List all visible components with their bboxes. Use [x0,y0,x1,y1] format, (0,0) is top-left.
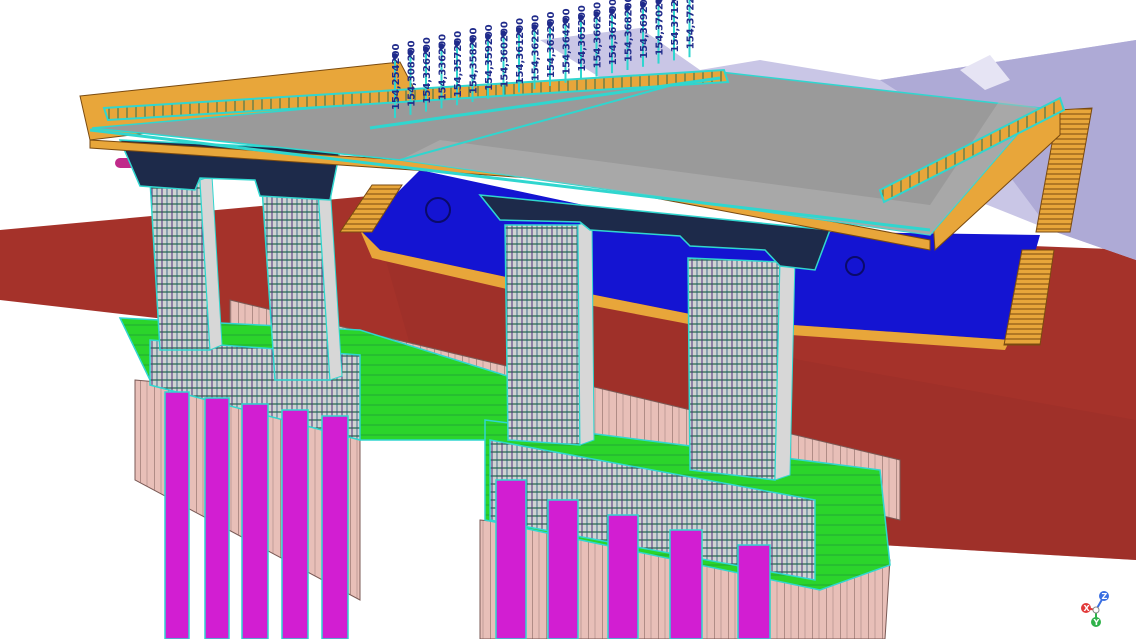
axis-y-label: Y [1093,618,1100,627]
column-3 [504,224,581,446]
stake-label: 154,369200 [639,0,650,59]
bridge-bim-model[interactable]: 154,254200 154,308200 154,326200 154,336200… [0,0,1136,639]
stake-label: 154,361200 [515,18,526,84]
stake-label: 154,364200 [562,8,573,74]
stake-label: 154,336200 [438,34,449,100]
pile [547,499,579,639]
pile [495,479,527,639]
stake-label: 154,308200 [407,40,418,106]
pile [204,397,230,639]
stake-label: 154,358200 [469,28,480,94]
pipe-right [845,256,865,276]
pile [281,409,309,639]
stake-label: 154,365200 [577,5,588,71]
axis-origin [1092,606,1100,614]
stake-label: 154,360200 [500,21,511,87]
stake-label: 154,359200 [484,24,495,90]
pile [164,391,190,639]
stake-label: 154,363200 [546,12,557,78]
stake-label: 154,367200 [608,0,619,65]
pile [241,403,269,639]
column-4 [687,257,781,481]
column-3-side [577,219,595,446]
nav-cube[interactable]: X Y Z [1081,591,1109,627]
axis-z-label: Z [1102,592,1108,601]
3d-viewport[interactable]: 154,254200 154,308200 154,326200 154,336200… [0,0,1136,639]
stake-label: 154,366200 [593,2,604,68]
stake-label: 154,357200 [453,31,464,97]
pile [669,529,703,639]
pile [737,544,771,639]
stake-label: 154,326200 [422,37,433,103]
axis-x-label: X [1084,604,1091,613]
pile [607,514,639,639]
pipe-front [425,197,451,223]
stake-label: 154,254200 [391,44,402,110]
stake-label: 154,362200 [531,15,542,81]
stake-label: 154,368200 [624,0,635,62]
stake-label: 154,372200 [686,0,697,49]
stake-label: 154,370200 [655,0,666,56]
pile [321,415,349,639]
stake-label: 154,371200 [670,0,681,52]
